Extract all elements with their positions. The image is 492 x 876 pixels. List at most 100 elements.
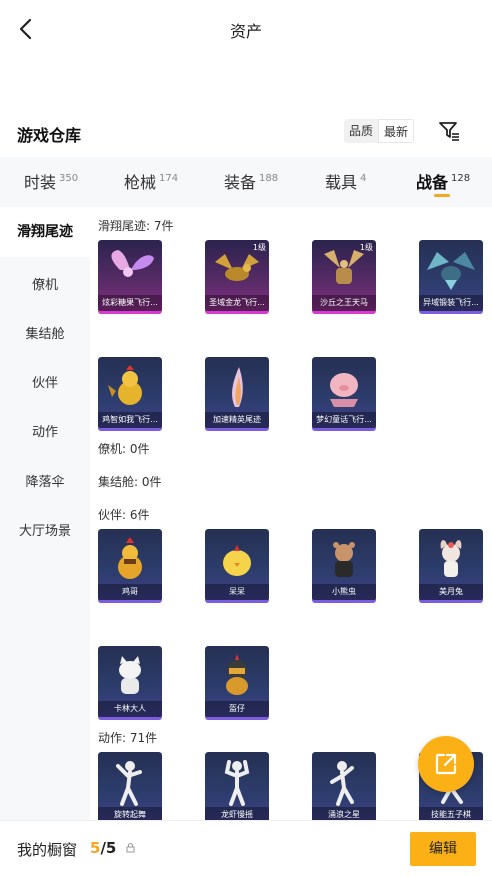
rarity-bar [98, 717, 162, 720]
showcase-current: 5 [90, 839, 101, 857]
item-name: 鸡智如我飞行... [98, 412, 162, 428]
glide-item[interactable]: 加速精英尾迹 [205, 357, 269, 431]
tab-label: 装备 [224, 173, 257, 192]
rarity-bar [205, 311, 269, 314]
glide-item[interactable]: 炫彩糖果飞行... [98, 240, 162, 314]
item-name: 小熊虫 [312, 584, 376, 600]
tab-count: 128 [451, 173, 471, 184]
bottom-bar: 我的橱窗 5/5 编辑 [0, 820, 492, 876]
sidebar-item-lobby-scene[interactable]: 大厅场景 [0, 520, 90, 539]
active-tab-indicator [434, 194, 450, 197]
tab-label: 枪械 [124, 173, 157, 192]
action-item[interactable]: 龙虾慢摇 [205, 752, 269, 826]
glide-item[interactable]: 梦幻童话飞行... [312, 357, 376, 431]
tab-count: 350 [59, 173, 79, 184]
tab-count: 174 [159, 173, 179, 184]
tab-label: 载具 [325, 173, 358, 192]
action-item[interactable]: 旋转起舞 [98, 752, 162, 826]
item-name: 异域锻装飞行... [419, 295, 483, 311]
glide-item[interactable]: 1级 圣域金龙飞行... [205, 240, 269, 314]
rarity-bar [312, 311, 376, 314]
lock-icon [126, 843, 135, 853]
showcase-label: 我的橱窗 [17, 841, 78, 859]
sidebar-item-parachute[interactable]: 降落伞 [0, 471, 90, 490]
partner-item[interactable]: 小熊虫 [312, 529, 376, 603]
armored-dragon-icon [427, 252, 475, 290]
sidebar-item-glide-trail[interactable]: 滑翔尾迹 [0, 207, 90, 257]
section-label-glide: 滑翔尾迹: 7件 [98, 219, 174, 233]
warehouse-title: 游戏仓库 [17, 126, 82, 145]
sort-toggle: 品质 最新 [344, 119, 415, 143]
item-name: 加速精英尾迹 [205, 412, 269, 428]
rarity-bar [419, 600, 483, 603]
glide-item[interactable]: 1级 沙丘之王天马 [312, 240, 376, 314]
item-level: 1级 [359, 243, 373, 252]
rarity-bar [205, 428, 269, 431]
section-label-partner: 伙伴: 6件 [98, 508, 150, 522]
tab-weapons[interactable]: 枪械 174 [124, 169, 178, 193]
action-item[interactable]: 涌浪之星 [312, 752, 376, 826]
partner-item[interactable]: 鸡哥 [98, 529, 162, 603]
tab-vehicles[interactable]: 载具 4 [325, 169, 366, 193]
page-title: 资产 [229, 22, 262, 41]
tab-costume[interactable]: 时装 350 [24, 169, 78, 193]
sidebar-item-partner[interactable]: 伙伴 [0, 372, 90, 391]
tab-label: 战备 [416, 173, 449, 192]
rarity-bar [419, 311, 483, 314]
tab-count: 4 [360, 173, 367, 184]
edit-button[interactable]: 编辑 [410, 832, 476, 866]
partner-item[interactable]: 美月兔 [419, 529, 483, 603]
item-name: 鸡哥 [98, 584, 162, 600]
dance-lobster-icon [224, 760, 250, 806]
candy-wings-icon [111, 250, 154, 277]
filter-button[interactable] [436, 119, 462, 143]
flame-trail-icon [232, 367, 243, 407]
tab-count: 188 [259, 173, 279, 184]
rarity-bar [312, 600, 376, 603]
cat-partner-icon [119, 656, 141, 694]
warehouse-header: 游戏仓库 品质 最新 [0, 114, 492, 154]
rarity-bar [98, 311, 162, 314]
dance-spin-icon [116, 761, 142, 806]
item-grid: 滑翔尾迹: 7件 炫彩糖果飞行... 1级 圣域金龙飞行... 1级 沙丘之王天… [90, 207, 492, 827]
sidebar-item-drone[interactable]: 僚机 [0, 274, 90, 293]
rarity-bar [205, 717, 269, 720]
item-name: 炫彩糖果飞行... [98, 295, 162, 311]
partner-item[interactable]: 呆呆 [205, 529, 269, 603]
rarity-bar [312, 428, 376, 431]
category-tabs: 时装 350 枪械 174 装备 188 载具 4 战备 128 [0, 157, 492, 207]
glide-item[interactable]: 异域锻装飞行... [419, 240, 483, 314]
sort-quality-button[interactable]: 品质 [344, 119, 378, 143]
tab-combat-gear[interactable]: 战备 128 [416, 169, 470, 193]
item-name: 呆呆 [205, 584, 269, 600]
item-name: 圣域金龙飞行... [205, 295, 269, 311]
assets-page: 资产 游戏仓库 品质 最新 时装 350 枪械 174 装备 188 载具 4 战备 12… [0, 0, 492, 876]
tab-label: 时装 [24, 173, 57, 192]
share-button[interactable] [418, 736, 474, 792]
bunny-partner-icon [440, 540, 462, 577]
section-label-drone: 僚机: 0件 [98, 442, 150, 456]
chicken-partner-icon [118, 537, 142, 579]
section-label-action: 动作: 71件 [98, 731, 158, 745]
glide-item[interactable]: 鸡智如我飞行... [98, 357, 162, 431]
showcase-count: 5/5 [90, 839, 116, 857]
tab-equipment[interactable]: 装备 188 [224, 169, 278, 193]
sort-newest-button[interactable]: 最新 [378, 119, 415, 143]
dance-wave-icon [330, 761, 354, 806]
partner-item[interactable]: 卡林大人 [98, 646, 162, 720]
partner-item[interactable]: 盔仔 [205, 646, 269, 720]
sidebar-item-capsule[interactable]: 集结舱 [0, 323, 90, 342]
rarity-bar [98, 600, 162, 603]
filter-icon [439, 122, 459, 141]
helmet-partner-icon [226, 654, 248, 695]
item-name: 盔仔 [205, 701, 269, 717]
rarity-bar [98, 428, 162, 431]
item-name: 梦幻童话飞行... [312, 412, 376, 428]
pig-balloon-icon [330, 373, 358, 407]
item-name: 卡林大人 [98, 701, 162, 717]
top-bar: 资产 [0, 0, 492, 58]
item-name: 沙丘之王天马 [312, 295, 376, 311]
chick-partner-icon [223, 545, 251, 576]
sidebar-item-action[interactable]: 动作 [0, 421, 90, 440]
sidebar: 滑翔尾迹 僚机 集结舱 伙伴 动作 降落伞 大厅场景 [0, 207, 90, 827]
